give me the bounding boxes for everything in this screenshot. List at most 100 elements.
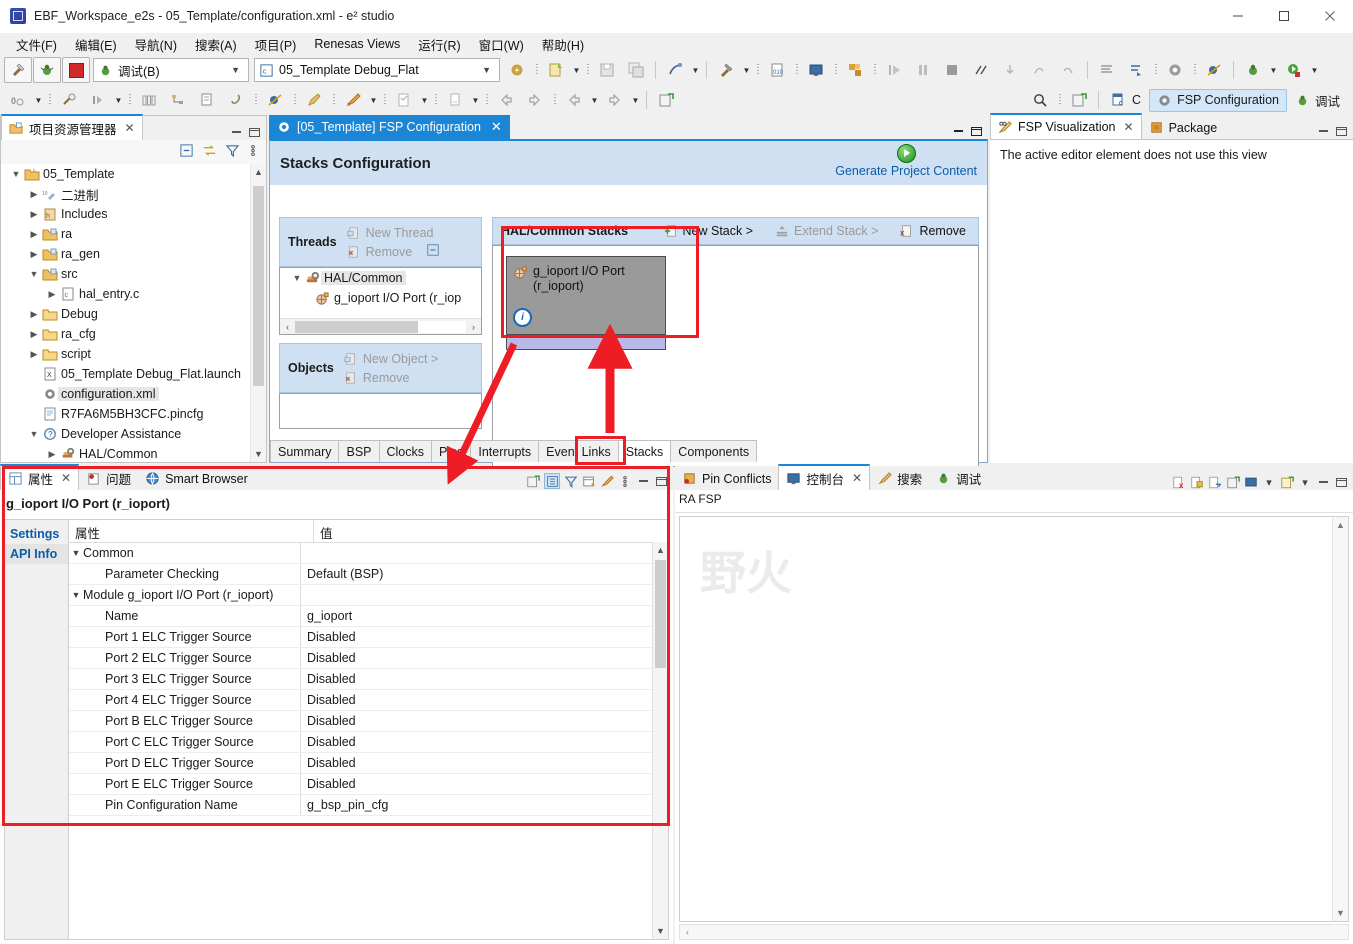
- display-console-icon[interactable]: [1244, 475, 1258, 489]
- stack-card-ioport[interactable]: g_ioport I/O Port (r_ioport) i: [506, 256, 666, 350]
- console-output[interactable]: 野火 ▲ ▼: [679, 516, 1349, 922]
- project-tree-item[interactable]: X 05_Template Debug_Flat.launch: [1, 364, 266, 384]
- next-annotation-button[interactable]: [441, 87, 469, 113]
- editor-page-tab-interrupts[interactable]: Interrupts: [470, 440, 540, 462]
- project-tree-item[interactable]: configuration.xml: [1, 384, 266, 404]
- project-tree-item[interactable]: ▶ 10 二进制: [1, 184, 266, 204]
- console-hscrollbar[interactable]: ‹: [679, 924, 1349, 940]
- chevron-down-icon[interactable]: ▼: [33, 88, 44, 112]
- property-value-cell[interactable]: Disabled: [301, 777, 668, 791]
- new-c-class-button[interactable]: 0: [4, 87, 32, 113]
- suspend-button[interactable]: [909, 57, 937, 83]
- project-tree-scrollbar[interactable]: ▲ ▼: [250, 164, 266, 462]
- new-object-button[interactable]: New Object >: [340, 350, 442, 368]
- collapse-all-icon[interactable]: [179, 143, 194, 161]
- properties-rows[interactable]: ▼ Common Parameter Checking Default (BSP) ▼ M…: [69, 543, 668, 816]
- save-button[interactable]: [593, 57, 621, 83]
- chevron-down-icon[interactable]: ▼: [571, 58, 582, 82]
- hscrollbar-thumb[interactable]: [295, 320, 419, 333]
- side-tab-settings[interactable]: Settings: [5, 524, 68, 544]
- scroll-left-icon[interactable]: ‹: [680, 927, 695, 937]
- step-over-button[interactable]: [1025, 57, 1053, 83]
- project-tree-item[interactable]: ▼ src: [1, 264, 266, 284]
- tab-properties[interactable]: 属性 ✕: [0, 464, 80, 490]
- remove-thread-button[interactable]: ✖ Remove: [343, 243, 417, 261]
- debug-launch-button[interactable]: [1239, 57, 1267, 83]
- scroll-up-icon[interactable]: ▲: [653, 542, 668, 558]
- menu-help[interactable]: 帮助(H): [534, 33, 592, 56]
- nav-forward-button[interactable]: [601, 87, 629, 113]
- twisty-icon[interactable]: ▼: [9, 169, 23, 179]
- scroll-up-icon[interactable]: ▲: [251, 164, 266, 180]
- project-tree-item[interactable]: ▶ Debug: [1, 304, 266, 324]
- binary-view-button[interactable]: 010: [763, 57, 791, 83]
- twisty-icon[interactable]: ▼: [69, 590, 83, 600]
- open-type-button[interactable]: [193, 87, 221, 113]
- resume-button[interactable]: [880, 57, 908, 83]
- back-button[interactable]: [492, 87, 520, 113]
- pen-button[interactable]: [300, 87, 328, 113]
- forward-button[interactable]: [521, 87, 549, 113]
- chevron-down-icon[interactable]: ▼: [476, 65, 497, 75]
- twisty-icon[interactable]: ▶: [27, 309, 41, 320]
- chevron-down-icon[interactable]: ▼: [741, 58, 752, 82]
- menu-file[interactable]: 文件(F): [8, 33, 65, 56]
- properties-table-row[interactable]: ▼ Module g_ioport I/O Port (r_ioport): [69, 585, 668, 606]
- debug-config-button[interactable]: [261, 87, 289, 113]
- skip-breakpoints-button[interactable]: [1200, 57, 1228, 83]
- editor-page-tab-bsp[interactable]: BSP: [338, 440, 380, 462]
- tab-pin-conflicts[interactable]: Pin Conflicts: [675, 467, 779, 490]
- show-console-icon[interactable]: [1208, 475, 1222, 489]
- chevron-down-icon[interactable]: ▼: [1268, 58, 1279, 82]
- properties-table-row[interactable]: Name g_ioport: [69, 606, 668, 627]
- toggle-marker-button[interactable]: [55, 87, 83, 113]
- twisty-icon[interactable]: ▼: [69, 548, 83, 558]
- chevron-down-icon[interactable]: ▼: [470, 88, 481, 112]
- filter-icon[interactable]: [225, 143, 240, 161]
- build-hammer-button[interactable]: [712, 57, 740, 83]
- project-tree-item[interactable]: ▶ ra_gen: [1, 244, 266, 264]
- maximize-icon[interactable]: [1334, 475, 1348, 489]
- project-tree-item[interactable]: ▼ c 05_Template: [1, 164, 266, 184]
- filter-icon[interactable]: [564, 474, 578, 488]
- perspective-c[interactable]: c C: [1104, 89, 1148, 111]
- tab-package[interactable]: Package: [1141, 116, 1225, 139]
- info-icon[interactable]: i: [513, 308, 532, 327]
- properties-table-row[interactable]: Port 1 ELC Trigger Source Disabled: [69, 627, 668, 648]
- save-all-button[interactable]: [622, 57, 650, 83]
- perspective-debug[interactable]: 调试: [1288, 88, 1347, 113]
- tab-project-explorer[interactable]: 项目资源管理器 ✕: [1, 114, 143, 140]
- pin-icon[interactable]: [600, 474, 614, 488]
- threads-hscrollbar[interactable]: ‹ ›: [280, 318, 481, 334]
- disconnect-button[interactable]: [967, 57, 995, 83]
- twisty-icon[interactable]: ▶: [27, 189, 41, 200]
- maximize-icon[interactable]: [1334, 124, 1348, 138]
- view-menu-icon[interactable]: [248, 143, 258, 161]
- scroll-left-icon[interactable]: ‹: [280, 322, 295, 332]
- tab-search[interactable]: 搜索: [870, 467, 930, 490]
- chevron-down-icon[interactable]: ▾: [1298, 475, 1312, 489]
- print-build-button[interactable]: [661, 57, 689, 83]
- properties-table-row[interactable]: Port B ELC Trigger Source Disabled: [69, 711, 668, 732]
- close-icon[interactable]: ✕: [125, 121, 135, 135]
- menu-navigate[interactable]: 导航(N): [127, 33, 185, 56]
- project-tree[interactable]: ▼ c 05_Template ▶ 10 二进制 ▶ h Includes ▶ ra ▶ ra_gen ▼…: [1, 164, 266, 462]
- build-all-button[interactable]: [1093, 57, 1121, 83]
- minimize-icon[interactable]: [1316, 124, 1330, 138]
- close-icon[interactable]: ✕: [61, 471, 71, 485]
- minimize-icon[interactable]: [951, 124, 965, 138]
- properties-table-row[interactable]: ▼ Common: [69, 543, 668, 564]
- property-value-cell[interactable]: Disabled: [301, 693, 668, 707]
- smart-manual-button[interactable]: [339, 87, 367, 113]
- twisty-icon[interactable]: ▶: [45, 449, 59, 460]
- hierarchy-button[interactable]: [164, 87, 192, 113]
- menu-window[interactable]: 窗口(W): [471, 33, 532, 56]
- editor-page-tab-stacks[interactable]: Stacks: [617, 440, 672, 462]
- run-launch-button[interactable]: [1280, 57, 1308, 83]
- remove-object-button[interactable]: ✖ Remove: [340, 369, 442, 387]
- close-icon[interactable]: ✕: [491, 119, 502, 135]
- chevron-down-icon[interactable]: ▼: [690, 58, 701, 82]
- editor-page-tab-components[interactable]: Components: [670, 440, 758, 462]
- launch-settings-button[interactable]: [503, 57, 531, 83]
- table-icon[interactable]: [582, 474, 596, 488]
